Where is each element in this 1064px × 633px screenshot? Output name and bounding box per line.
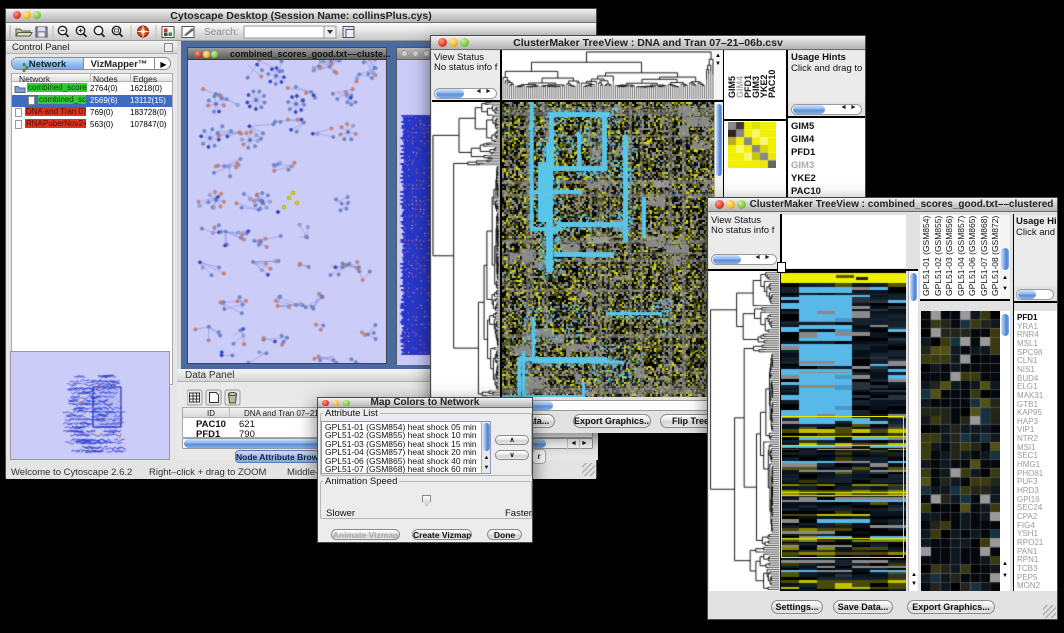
svg-text:Search:: Search: xyxy=(204,27,238,38)
